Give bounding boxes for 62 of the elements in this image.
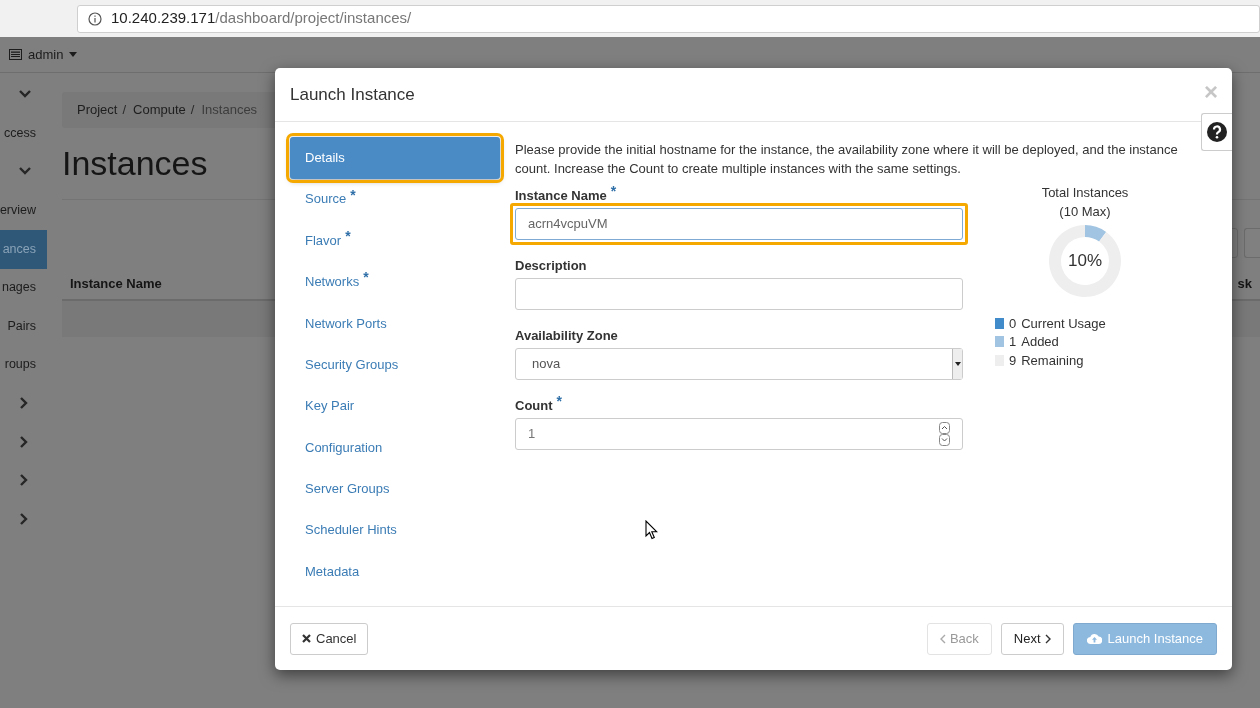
page-title: Instances [62, 143, 208, 184]
caret-icon [954, 362, 961, 366]
spinner-icon[interactable] [939, 422, 950, 446]
legend-count: 1 [1009, 333, 1017, 351]
wizard-step[interactable]: Metadata [290, 552, 500, 591]
wizard-step[interactable]: Scheduler Hints [290, 511, 500, 550]
required-mark: * [610, 183, 617, 199]
wizard-step[interactable]: Key Pair [290, 387, 500, 426]
sidebar-item[interactable]: nages [0, 268, 47, 307]
wizard-step[interactable]: Networks * [290, 262, 500, 301]
quota-title: Total Instances [1041, 184, 1129, 202]
text-field[interactable]: acrn4vcpuVM [510, 203, 968, 245]
sidebar-item[interactable]: roups [0, 345, 47, 384]
modal-title: Launch Instance [290, 83, 415, 106]
required-mark: * [556, 393, 562, 409]
field-label: Availability Zone [515, 327, 618, 345]
cloud-upload-icon [1086, 633, 1102, 644]
chevron-left-icon [939, 633, 946, 644]
wizard-step[interactable]: Network Ports [290, 304, 500, 343]
legend-count: 0 [1009, 314, 1017, 333]
column-header: Instance Name [70, 274, 162, 293]
text-field[interactable] [515, 278, 963, 310]
url-text: 10.240.239.171/dashboard/project/instances/ [111, 8, 412, 29]
legend-label: Remaining [1021, 351, 1084, 370]
field-label: Count [515, 397, 553, 415]
sidebar-item[interactable]: ances [0, 230, 47, 269]
legend-label: Current Usage [1021, 314, 1106, 333]
sidebar-item[interactable]: erview [0, 191, 47, 230]
breadcrumb-item[interactable]: Compute [133, 100, 186, 120]
user-menu[interactable]: admin [9, 44, 78, 65]
close-icon [302, 634, 311, 643]
column-header: sk [1237, 274, 1252, 293]
quota-subtitle: (10 Max) [1059, 203, 1111, 221]
breadcrumb-separator: / [190, 101, 195, 120]
breadcrumb-item[interactable]: Project [77, 100, 118, 120]
intro-text: Please provide the initial hostname for the instance, the availability zone where it will be deployed, and the instance count. Increase the Count to create multiple instances with the same settings. [515, 141, 1179, 178]
wizard-step[interactable]: Configuration [290, 428, 500, 467]
donut-center-label: 10% [1068, 251, 1102, 271]
availability-zone-select[interactable]: nova [515, 348, 963, 380]
address-bar[interactable]: 10.240.239.171/dashboard/project/instances/ [77, 4, 1260, 33]
breadcrumb-item: Instances [201, 101, 258, 120]
help-icon [1207, 122, 1227, 142]
field-label: Description [515, 257, 587, 275]
info-icon [88, 11, 102, 26]
breadcrumb-separator: / [122, 101, 127, 120]
sidebar-item[interactable]: ccess [0, 114, 47, 153]
chevron-right-icon [1044, 633, 1051, 644]
legend-count: 9 [1009, 351, 1017, 370]
next-button[interactable]: Next [1000, 622, 1064, 655]
wizard-step[interactable]: Source * [290, 180, 500, 219]
caret-icon [69, 52, 78, 57]
count-field[interactable]: 1 [515, 418, 963, 450]
cancel-button[interactable]: Cancel [290, 622, 369, 655]
monitor-icon [9, 49, 22, 60]
wizard-step[interactable]: Flavor * [290, 221, 500, 260]
wizard-step[interactable]: Security Groups [290, 345, 500, 384]
legend-label: Added [1021, 333, 1059, 351]
field-label: Instance Name [515, 187, 607, 205]
help-button[interactable] [1201, 113, 1232, 151]
wizard-step[interactable]: Server Groups [290, 469, 500, 508]
sidebar-item[interactable]: Pairs [0, 307, 47, 346]
mouse-cursor-icon [645, 520, 658, 540]
